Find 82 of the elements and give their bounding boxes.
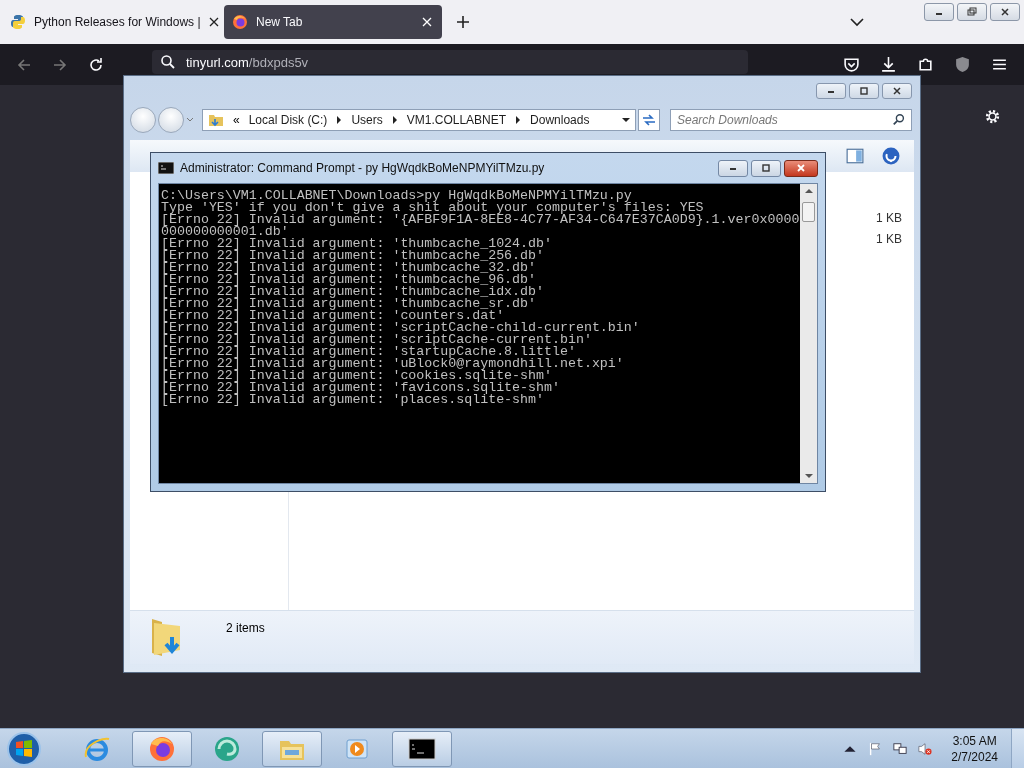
globe-icon xyxy=(213,734,241,763)
breadcrumb-item[interactable]: Users xyxy=(351,113,383,127)
status-text: 2 items xyxy=(226,621,265,635)
refresh-icon xyxy=(641,113,657,127)
console-line: [Errno 22] Invalid argument: '{AFBF9F1A-8EE8-4C77-AF34-C647E37CA0D9}.1.ver0x0000 xyxy=(161,214,800,226)
firefox-icon xyxy=(148,734,176,763)
folder-icon xyxy=(208,112,224,128)
flag-icon[interactable] xyxy=(868,741,883,756)
console-line: [Errno 22] Invalid argument: 'thumbcache_96.db' xyxy=(161,274,537,286)
scroll-thumb[interactable] xyxy=(802,202,815,222)
close-icon[interactable] xyxy=(882,83,912,99)
arrow-icon[interactable] xyxy=(336,116,343,124)
refresh-button[interactable] xyxy=(638,109,660,131)
download-icon[interactable] xyxy=(880,56,897,73)
console-line: [Errno 22] Invalid argument: 'places.sqlite-shm' xyxy=(161,394,544,406)
browser-tab[interactable]: New Tab xyxy=(224,5,442,39)
console-line: [Errno 22] Invalid argument: 'counters.dat' xyxy=(161,310,505,322)
window-title: Administrator: Command Prompt - py HgWqdkBoMeNPMYilTMzu.py xyxy=(180,161,545,175)
firefox-icon xyxy=(232,14,248,30)
console-line: [Errno 22] Invalid argument: 'thumbcache_256.db' xyxy=(161,250,544,262)
minimize-icon[interactable] xyxy=(924,3,954,21)
clock[interactable]: 3:05 AM 2/7/2024 xyxy=(951,732,998,765)
scroll-up-icon[interactable] xyxy=(804,188,813,194)
caret-icon[interactable] xyxy=(186,117,194,123)
arrow-icon[interactable] xyxy=(515,116,522,124)
console-icon xyxy=(158,162,174,174)
search-icon xyxy=(892,113,906,127)
console-line: [Errno 22] Invalid argument: 'scriptCache-child-current.bin' xyxy=(161,322,641,334)
taskbar-button[interactable] xyxy=(392,730,452,767)
minimize-icon[interactable] xyxy=(816,83,846,99)
address-bar[interactable]: « Local Disk (C:) Users VM1.COLLABNET Downloads xyxy=(202,109,636,131)
date-text: 2/7/2024 xyxy=(951,748,998,765)
back-icon[interactable] xyxy=(16,56,32,73)
file-size: 1 KB xyxy=(876,210,902,225)
breadcrumb-item[interactable]: Local Disk (C:) xyxy=(248,113,328,127)
console-line: 000000000001.db' xyxy=(161,226,289,238)
close-icon[interactable] xyxy=(990,3,1020,21)
python-icon xyxy=(10,14,26,30)
console-line: [Errno 22] Invalid argument: 'uBlock0@raymondhill.net.xpi' xyxy=(161,358,625,370)
dropdown-icon[interactable] xyxy=(622,117,630,123)
help-icon[interactable] xyxy=(882,147,900,165)
settings-icon[interactable] xyxy=(984,108,1001,125)
start-button[interactable] xyxy=(6,730,42,767)
console-line: [Errno 22] Invalid argument: 'scriptCache-current.bin' xyxy=(161,334,592,346)
breadcrumb-item[interactable]: Downloads xyxy=(530,113,590,127)
time-text: 3:05 AM xyxy=(952,732,997,749)
breadcrumb-item[interactable]: VM1.COLLABNET xyxy=(406,113,507,127)
muted-speaker-icon[interactable] xyxy=(918,741,933,756)
close-icon[interactable] xyxy=(208,15,219,29)
menu-icon[interactable] xyxy=(991,56,1008,73)
pocket-icon[interactable] xyxy=(843,56,860,73)
maximize-icon[interactable] xyxy=(751,159,781,177)
console-line: C:\Users\VM1.COLLABNET\Downloads>py HgWqdkBoMeNPMYilTMzu.py xyxy=(161,190,632,202)
browser-tab[interactable]: Python Releases for Windows | xyxy=(2,5,220,39)
console-line: [Errno 22] Invalid argument: 'startupCache.8.little' xyxy=(161,346,576,358)
console-line: [Errno 22] Invalid argument: 'thumbcache_sr.db' xyxy=(161,298,537,310)
console-line: [Errno 22] Invalid argument: 'thumbcache_32.db' xyxy=(161,262,537,274)
scroll-down-icon[interactable] xyxy=(804,473,813,479)
console-line: [Errno 22] Invalid argument: 'favicons.sqlite-shm' xyxy=(161,382,561,394)
list-tabs-icon[interactable] xyxy=(850,17,864,27)
restore-icon[interactable] xyxy=(957,3,987,21)
new-tab-icon[interactable] xyxy=(456,15,470,29)
puzzle-icon[interactable] xyxy=(917,56,934,73)
search-field[interactable]: Search Downloads xyxy=(670,109,912,131)
preview-pane-icon[interactable] xyxy=(846,147,864,165)
forward-icon[interactable] xyxy=(52,56,68,73)
reload-icon[interactable] xyxy=(88,56,104,73)
shield-icon[interactable] xyxy=(954,56,971,73)
arrow-icon[interactable] xyxy=(391,116,398,124)
minimize-icon[interactable] xyxy=(718,159,748,177)
console-line: [Errno 22] Invalid argument: 'thumbcache_1024.db' xyxy=(161,238,553,250)
console-line: [Errno 22] Invalid argument: 'cookies.sqlite-shm' xyxy=(161,370,552,382)
scrollbar[interactable] xyxy=(800,184,817,483)
search-icon xyxy=(160,54,176,70)
console-line: [Errno 22] Invalid argument: 'thumbcache_idx.db' xyxy=(161,286,545,298)
maximize-icon[interactable] xyxy=(849,83,879,99)
network-icon[interactable] xyxy=(893,741,908,756)
close-icon[interactable] xyxy=(784,159,818,177)
console-line: Type 'YES' if you don't give a shit about your computer's files: YES xyxy=(161,202,704,214)
file-size: 1 KB xyxy=(876,231,902,246)
address-bar[interactable]: tinyurl.com/bdxpds5v xyxy=(152,50,748,74)
close-icon[interactable] xyxy=(420,15,434,29)
